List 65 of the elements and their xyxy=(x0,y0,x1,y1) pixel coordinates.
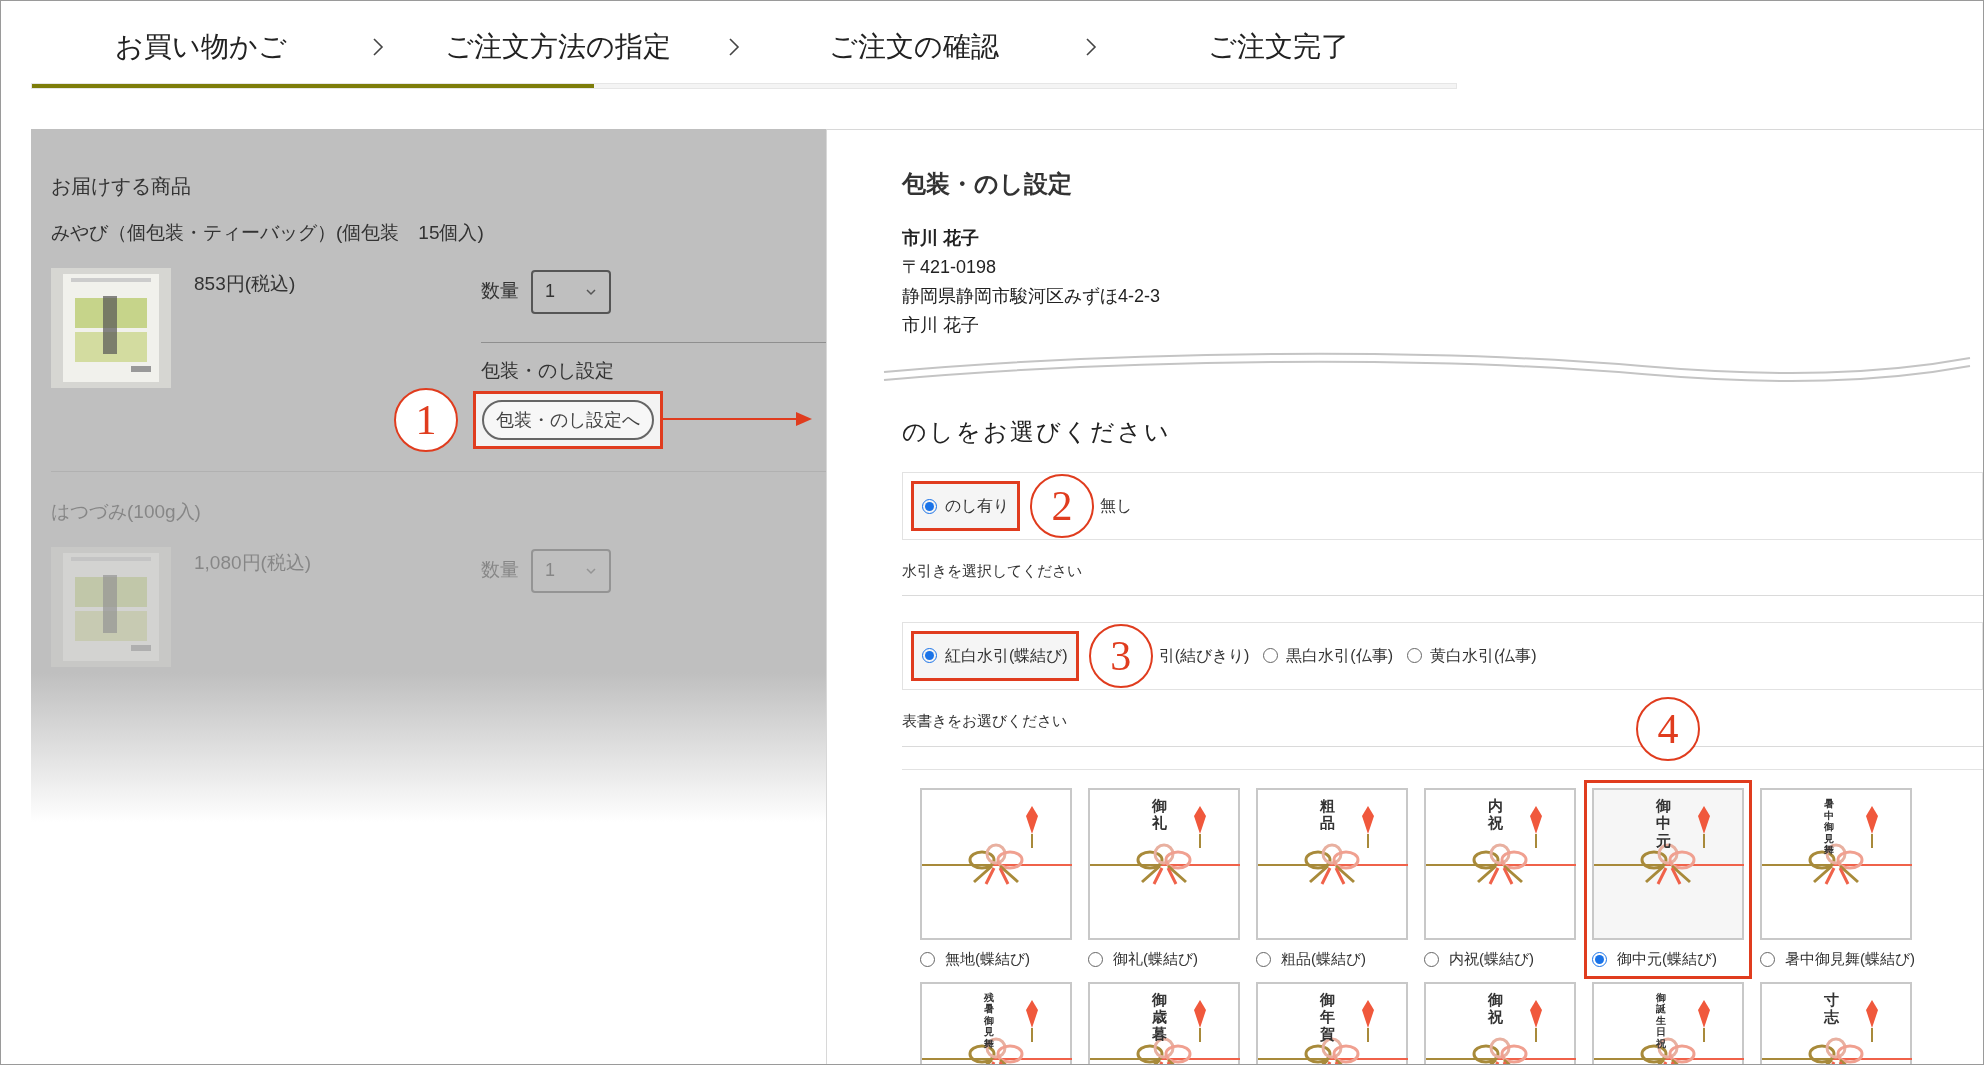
chevron-down-icon xyxy=(585,287,597,296)
radio-option[interactable]: 黄白水引(仏事) xyxy=(1406,643,1537,668)
step-label: お買い物かご xyxy=(114,30,289,64)
step-number-badge: 4 xyxy=(1636,697,1700,761)
inscription-text: 残暑御見舞 xyxy=(984,991,994,1049)
radio-option[interactable]: 無地(蝶結び) xyxy=(920,948,1072,971)
inscription-text: 御中元 xyxy=(1656,798,1671,850)
chevron-icon xyxy=(1084,37,1097,57)
inscription-text: 御礼 xyxy=(1152,798,1167,833)
inscription-text: 内祝 xyxy=(1488,798,1503,833)
step-label: ご注文方法の指定 xyxy=(443,30,672,64)
chevron-icon xyxy=(371,37,384,57)
step-number-badge: 2 xyxy=(1030,474,1094,538)
radio-option[interactable]: 黒白水引(仏事) xyxy=(1263,643,1393,668)
recipient-name: 市川 花子 xyxy=(902,227,980,250)
step-label: ご注文完了 xyxy=(1207,30,1351,64)
noshi-card[interactable]: 寸志 xyxy=(1760,981,1912,1064)
modal-title: 包装・のし設定 xyxy=(902,170,1073,199)
product-name: みやび（個包装・ティーバッグ）(個包装 15個入) xyxy=(51,221,485,245)
noshi-card[interactable]: 御歳暮 xyxy=(1088,981,1240,1064)
inscription-text: 御祝 xyxy=(1488,991,1503,1026)
inscription-text: 暑中御見舞 xyxy=(1824,798,1834,856)
price-text: 853円(税込) xyxy=(194,271,297,296)
wrapping-settings-button[interactable]: 包装・のし設定へ xyxy=(482,400,654,440)
inscription-text: 寸志 xyxy=(1824,991,1839,1026)
inscription-text: 粗品 xyxy=(1320,798,1335,833)
postal-code: 〒421-0198 xyxy=(902,256,998,279)
radio-option[interactable]: 内祝(蝶結び) xyxy=(1424,948,1576,971)
radio-option[interactable]: 御礼(蝶結び) xyxy=(1088,948,1240,971)
inscription-text: 御誕生日祝 xyxy=(1656,991,1666,1049)
recipient-name: 市川 花子 xyxy=(902,314,980,337)
chevron-down-icon xyxy=(585,566,597,575)
field-label: 包装・のし設定 xyxy=(481,358,615,383)
noshi-card[interactable]: 御礼 xyxy=(1088,788,1240,940)
radio-option[interactable]: 粗品(蝶結び) xyxy=(1256,948,1408,971)
radio-option[interactable]: 御中元(蝶結び) xyxy=(1592,948,1744,971)
noshi-card[interactable]: 粗品 xyxy=(1256,788,1408,940)
radio-option[interactable]: のし有り xyxy=(911,481,1020,531)
address-text: 静岡県静岡市駿河区みずほ4-2-3 xyxy=(902,285,1162,308)
step-number-badge: 3 xyxy=(1088,623,1153,688)
option-label: 引(結びきり) xyxy=(1158,645,1250,666)
radio-option[interactable]: 紅白水引(蝶結び) xyxy=(911,630,1079,681)
section-heading: のしをお選びください xyxy=(902,417,1172,447)
noshi-card[interactable]: 御中元 xyxy=(1592,788,1744,940)
price-text: 1,080円(税込) xyxy=(194,550,313,575)
option-label: 無し xyxy=(1100,496,1132,516)
inscription-text: 御歳暮 xyxy=(1152,991,1167,1044)
noshi-card[interactable]: 内祝 xyxy=(1424,788,1576,940)
section-label: 水引きを選択してください xyxy=(902,560,1983,596)
noshi-card[interactable]: 暑中御見舞 xyxy=(1760,788,1912,940)
chevron-icon xyxy=(728,37,740,57)
step-label: ご注文の確認 xyxy=(828,30,1001,64)
section-heading: お届けする商品 xyxy=(51,174,192,199)
radio-option[interactable]: 暑中御見舞(蝶結び) xyxy=(1760,948,1912,971)
noshi-card[interactable]: 御年賀 xyxy=(1256,981,1408,1064)
quantity-select[interactable]: 1 xyxy=(531,269,611,314)
product-name: はつづみ(100g入) xyxy=(51,500,202,524)
noshi-card[interactable] xyxy=(920,788,1072,940)
noshi-card[interactable]: 御誕生日祝 xyxy=(1592,981,1744,1064)
step-number-badge: 1 xyxy=(394,388,458,452)
noshi-card[interactable]: 御祝 xyxy=(1424,981,1576,1064)
noshi-card[interactable]: 残暑御見舞 xyxy=(920,981,1072,1064)
quantity-label: 数量 xyxy=(481,279,519,304)
quantity-label: 数量 xyxy=(481,558,519,583)
inscription-text: 御年賀 xyxy=(1320,991,1335,1044)
